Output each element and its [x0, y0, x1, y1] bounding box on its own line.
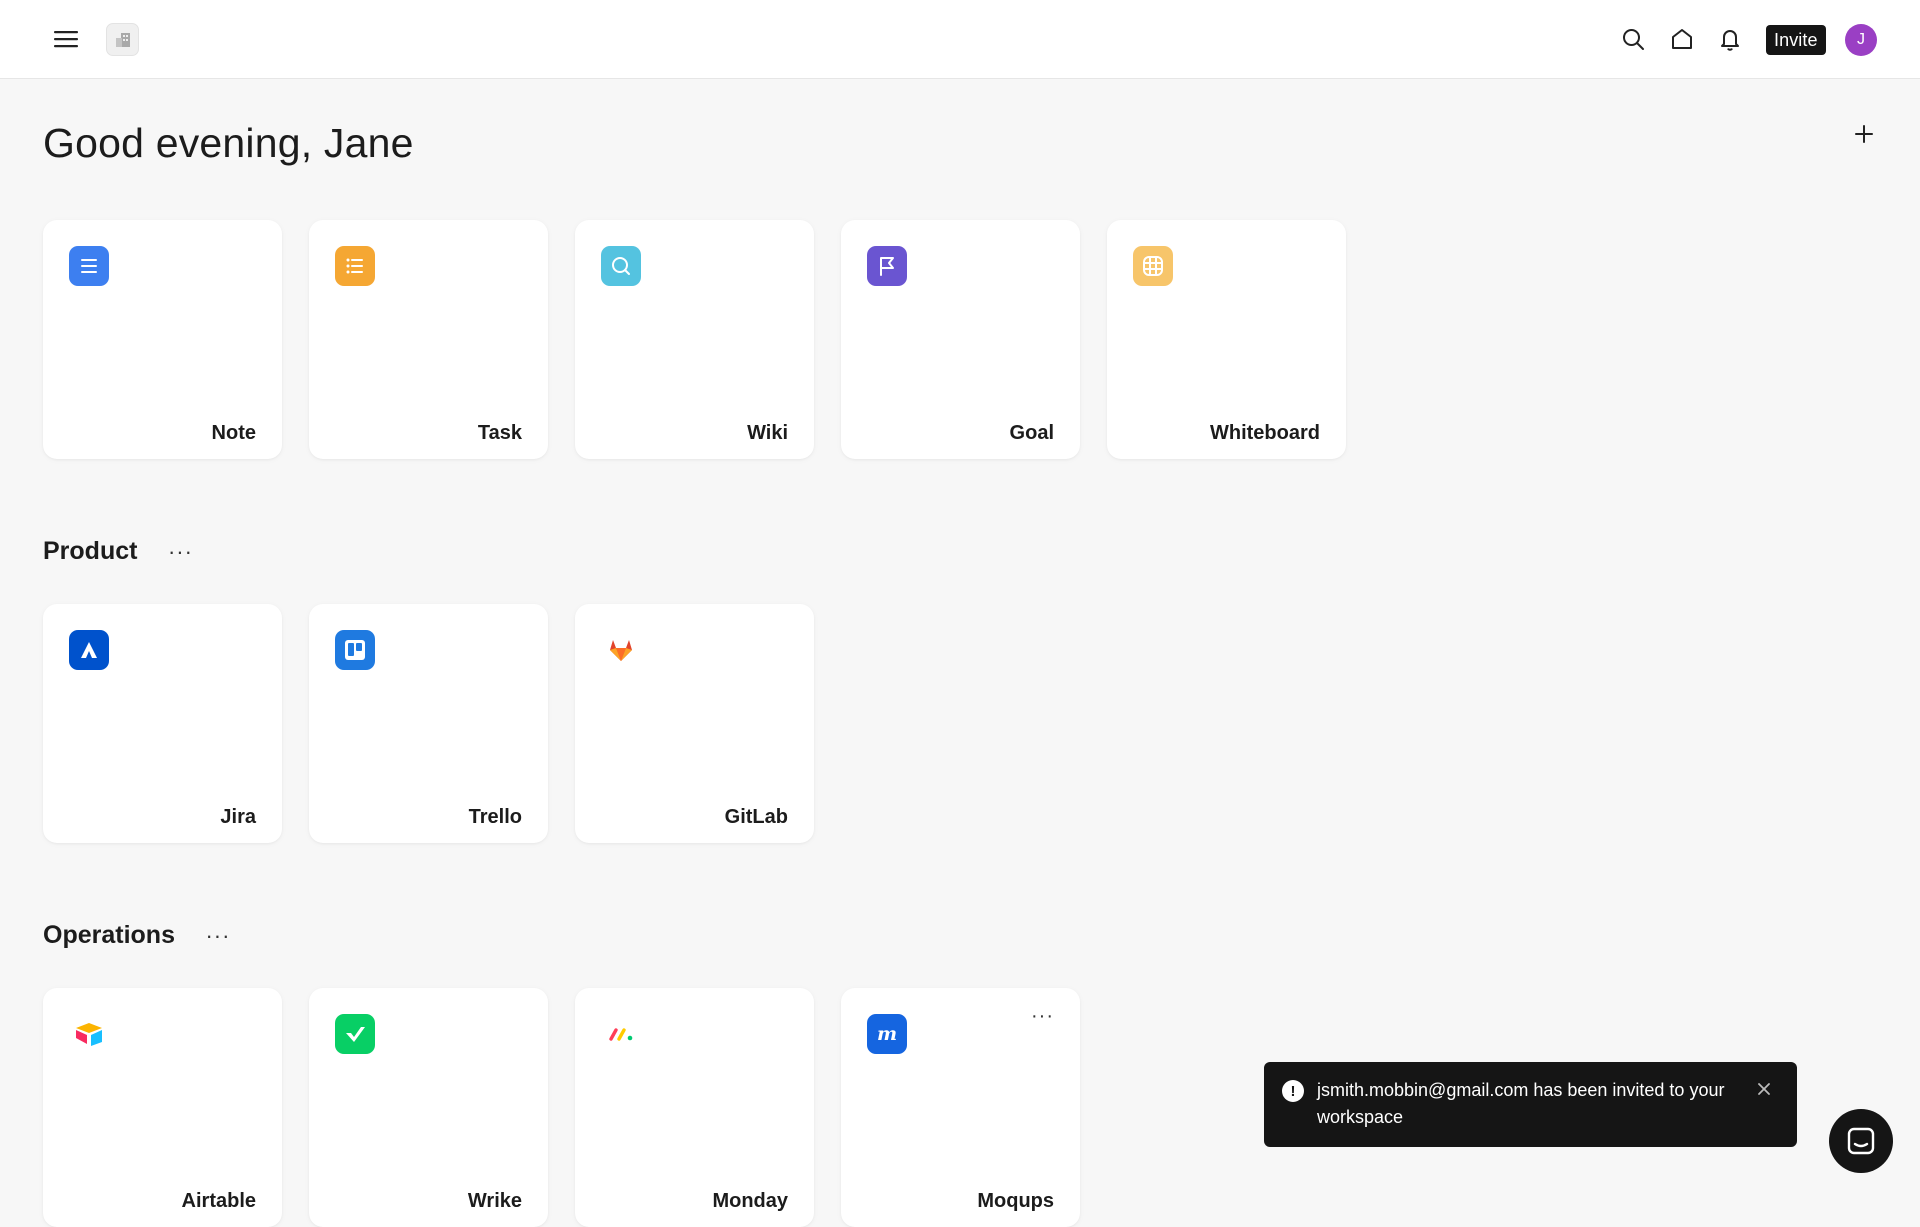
hamburger-icon — [54, 31, 78, 48]
section-header-operations: Operations ··· — [43, 921, 233, 950]
jira-icon — [69, 630, 109, 670]
home-button[interactable] — [1664, 21, 1700, 57]
gitlab-icon — [601, 630, 641, 670]
section-more-button[interactable]: ··· — [165, 540, 195, 564]
quick-create-row: Note Task Wiki Goal Whiteboard — [43, 220, 1346, 459]
card-label: Goal — [1009, 422, 1054, 444]
card-label: Task — [477, 422, 522, 444]
card-label: Wrike — [467, 1190, 522, 1212]
monday-icon — [601, 1014, 641, 1054]
invite-button[interactable]: Invite — [1766, 25, 1826, 55]
bell-icon — [1721, 30, 1739, 51]
card-wrike[interactable]: Wrike — [309, 988, 548, 1227]
workspace-logo[interactable] — [106, 23, 139, 56]
section-header-product: Product ··· — [43, 537, 195, 566]
card-airtable[interactable]: Airtable — [43, 988, 282, 1227]
card-whiteboard[interactable]: Whiteboard — [1107, 220, 1346, 459]
plus-icon — [1855, 125, 1873, 143]
section-title: Operations — [43, 921, 175, 949]
card-label: Wiki — [747, 422, 788, 444]
toast-message: jsmith.mobbin@gmail.com has been invited… — [1317, 1080, 1725, 1127]
trello-icon — [335, 630, 375, 670]
search-icon — [601, 246, 641, 286]
chat-icon — [1847, 1127, 1875, 1155]
card-label: Trello — [468, 806, 522, 828]
card-label: Jira — [220, 806, 256, 828]
card-monday[interactable]: Monday — [575, 988, 814, 1227]
card-label: Whiteboard — [1210, 422, 1320, 444]
airtable-icon — [69, 1014, 109, 1054]
alert-circle-icon: ! — [1282, 1080, 1304, 1102]
operations-row: Airtable Wrike Monday m ··· Moqups — [43, 988, 1080, 1227]
notifications-button[interactable] — [1712, 21, 1748, 57]
moqups-icon: m — [867, 1014, 907, 1054]
search-button[interactable] — [1615, 21, 1651, 57]
section-more-button[interactable]: ··· — [203, 924, 233, 948]
card-gitlab[interactable]: GitLab — [575, 604, 814, 843]
product-row: Jira Trello GitLab — [43, 604, 814, 843]
search-icon — [1623, 29, 1644, 50]
card-note[interactable]: Note — [43, 220, 282, 459]
card-jira[interactable]: Jira — [43, 604, 282, 843]
section-title: Product — [43, 537, 138, 565]
card-label: Moqups — [977, 1190, 1054, 1212]
card-label: Monday — [712, 1190, 788, 1212]
wrike-icon — [335, 1014, 375, 1054]
flag-icon — [867, 246, 907, 286]
invite-toast: ! jsmith.mobbin@gmail.com has been invit… — [1264, 1062, 1797, 1147]
card-label: Note — [211, 422, 256, 444]
card-label: GitLab — [724, 806, 788, 828]
menu-button[interactable] — [48, 21, 84, 57]
card-moqups[interactable]: m ··· Moqups — [841, 988, 1080, 1227]
toast-close-button[interactable] — [1753, 1078, 1775, 1100]
card-task[interactable]: Task — [309, 220, 548, 459]
card-label: Airtable — [181, 1190, 256, 1212]
card-wiki[interactable]: Wiki — [575, 220, 814, 459]
card-goal[interactable]: Goal — [841, 220, 1080, 459]
card-trello[interactable]: Trello — [309, 604, 548, 843]
home-icon — [1672, 29, 1692, 49]
building-icon — [115, 32, 130, 47]
page-title: Good evening, Jane — [43, 120, 414, 166]
close-icon — [1758, 1083, 1770, 1095]
card-more-button[interactable]: ··· — [1031, 1006, 1054, 1026]
grid-icon — [1133, 246, 1173, 286]
chat-button[interactable] — [1829, 1109, 1893, 1173]
avatar[interactable]: J — [1845, 24, 1877, 56]
top-bar: Invite J — [0, 0, 1920, 79]
note-icon — [69, 246, 109, 286]
task-list-icon — [335, 246, 375, 286]
add-button[interactable] — [1848, 118, 1880, 150]
svg-text:m: m — [877, 1023, 897, 1045]
